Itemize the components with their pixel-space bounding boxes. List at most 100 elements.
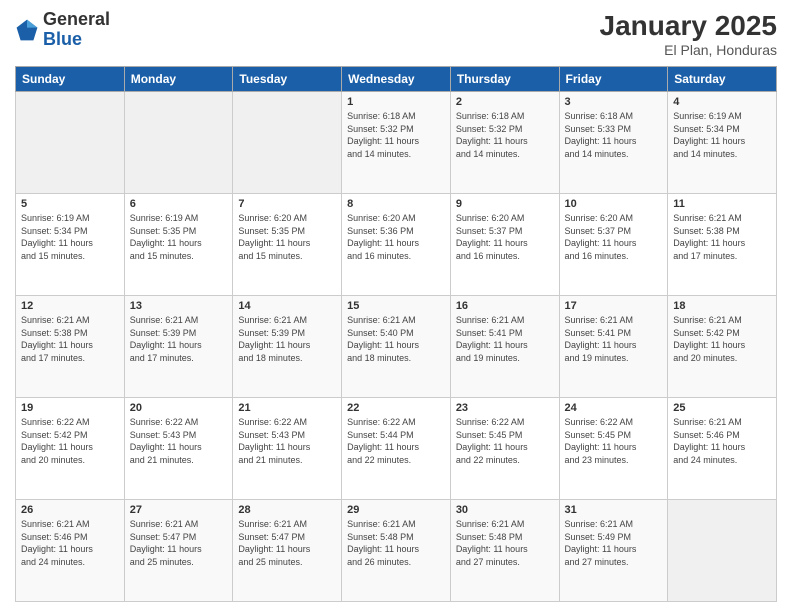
day-info: Sunrise: 6:21 AM Sunset: 5:47 PM Dayligh… bbox=[238, 518, 336, 568]
day-info: Sunrise: 6:21 AM Sunset: 5:47 PM Dayligh… bbox=[130, 518, 228, 568]
calendar-header-row: SundayMondayTuesdayWednesdayThursdayFrid… bbox=[16, 67, 777, 92]
calendar-cell: 2 Sunrise: 6:18 AM Sunset: 5:32 PM Daylig… bbox=[450, 92, 559, 194]
day-header-thursday: Thursday bbox=[450, 67, 559, 92]
calendar-cell: 27 Sunrise: 6:21 AM Sunset: 5:47 PM Dayli… bbox=[124, 500, 233, 602]
calendar-cell: 10 Sunrise: 6:20 AM Sunset: 5:37 PM Dayli… bbox=[559, 194, 668, 296]
calendar-week-row: 12 Sunrise: 6:21 AM Sunset: 5:38 PM Dayli… bbox=[16, 296, 777, 398]
calendar-cell: 8Sunrise: 6:20 AM Sunset: 5:36 PM Daylig… bbox=[342, 194, 451, 296]
title-block: January 2025 El Plan, Honduras bbox=[600, 10, 777, 58]
day-info: Sunrise: 6:20 AM Sunset: 5:35 PM Dayligh… bbox=[238, 212, 336, 262]
calendar-cell bbox=[124, 92, 233, 194]
calendar-cell: 26 Sunrise: 6:21 AM Sunset: 5:46 PM Dayli… bbox=[16, 500, 125, 602]
calendar-cell: 13Sunrise: 6:21 AM Sunset: 5:39 PM Dayli… bbox=[124, 296, 233, 398]
page: General Blue January 2025 El Plan, Hondu… bbox=[0, 0, 792, 612]
day-header-tuesday: Tuesday bbox=[233, 67, 342, 92]
day-header-saturday: Saturday bbox=[668, 67, 777, 92]
calendar-cell: 19 Sunrise: 6:22 AM Sunset: 5:42 PM Dayli… bbox=[16, 398, 125, 500]
day-number: 29 bbox=[347, 504, 445, 516]
calendar-cell: 16Sunrise: 6:21 AM Sunset: 5:41 PM Dayli… bbox=[450, 296, 559, 398]
day-number: 12 bbox=[21, 300, 119, 312]
day-number: 25 bbox=[673, 402, 771, 414]
logo: General Blue bbox=[15, 10, 110, 50]
day-number: 4 bbox=[673, 96, 771, 108]
calendar-cell: 15 Sunrise: 6:21 AM Sunset: 5:40 PM Dayli… bbox=[342, 296, 451, 398]
day-info: Sunrise: 6:19 AM Sunset: 5:34 PM Dayligh… bbox=[21, 212, 119, 262]
day-number: 1 bbox=[347, 96, 445, 108]
day-info: Sunrise: 6:21 AM Sunset: 5:39 PM Dayligh… bbox=[130, 314, 228, 364]
day-number: 18 bbox=[673, 300, 771, 312]
day-number: 11 bbox=[673, 198, 771, 210]
calendar-week-row: 26 Sunrise: 6:21 AM Sunset: 5:46 PM Dayli… bbox=[16, 500, 777, 602]
calendar-cell: 14 Sunrise: 6:21 AM Sunset: 5:39 PM Dayli… bbox=[233, 296, 342, 398]
logo-icon bbox=[15, 18, 39, 42]
day-info: Sunrise: 6:21 AM Sunset: 5:48 PM Dayligh… bbox=[456, 518, 554, 568]
calendar-cell: 17Sunrise: 6:21 AM Sunset: 5:41 PM Dayli… bbox=[559, 296, 668, 398]
day-header-friday: Friday bbox=[559, 67, 668, 92]
day-info: Sunrise: 6:21 AM Sunset: 5:42 PM Dayligh… bbox=[673, 314, 771, 364]
day-number: 27 bbox=[130, 504, 228, 516]
calendar-cell: 11 Sunrise: 6:21 AM Sunset: 5:38 PM Dayli… bbox=[668, 194, 777, 296]
day-number: 22 bbox=[347, 402, 445, 414]
calendar-cell: 12 Sunrise: 6:21 AM Sunset: 5:38 PM Dayli… bbox=[16, 296, 125, 398]
day-number: 3 bbox=[565, 96, 663, 108]
day-info: Sunrise: 6:19 AM Sunset: 5:35 PM Dayligh… bbox=[130, 212, 228, 262]
calendar-cell: 30 Sunrise: 6:21 AM Sunset: 5:48 PM Dayli… bbox=[450, 500, 559, 602]
calendar-table: SundayMondayTuesdayWednesdayThursdayFrid… bbox=[15, 66, 777, 602]
day-info: Sunrise: 6:18 AM Sunset: 5:32 PM Dayligh… bbox=[347, 110, 445, 160]
month-title: January 2025 bbox=[600, 10, 777, 42]
calendar-cell: 23 Sunrise: 6:22 AM Sunset: 5:45 PM Dayli… bbox=[450, 398, 559, 500]
calendar-cell: 28 Sunrise: 6:21 AM Sunset: 5:47 PM Dayli… bbox=[233, 500, 342, 602]
calendar-cell: 3Sunrise: 6:18 AM Sunset: 5:33 PM Daylig… bbox=[559, 92, 668, 194]
day-number: 9 bbox=[456, 198, 554, 210]
calendar-week-row: 5 Sunrise: 6:19 AM Sunset: 5:34 PM Daylig… bbox=[16, 194, 777, 296]
day-number: 24 bbox=[565, 402, 663, 414]
calendar-week-row: 1 Sunrise: 6:18 AM Sunset: 5:32 PM Daylig… bbox=[16, 92, 777, 194]
calendar-cell: 4Sunrise: 6:19 AM Sunset: 5:34 PM Daylig… bbox=[668, 92, 777, 194]
day-info: Sunrise: 6:20 AM Sunset: 5:37 PM Dayligh… bbox=[456, 212, 554, 262]
day-info: Sunrise: 6:22 AM Sunset: 5:45 PM Dayligh… bbox=[456, 416, 554, 466]
calendar-cell: 24Sunrise: 6:22 AM Sunset: 5:45 PM Dayli… bbox=[559, 398, 668, 500]
calendar-cell: 7Sunrise: 6:20 AM Sunset: 5:35 PM Daylig… bbox=[233, 194, 342, 296]
day-number: 14 bbox=[238, 300, 336, 312]
calendar-cell: 25 Sunrise: 6:21 AM Sunset: 5:46 PM Dayli… bbox=[668, 398, 777, 500]
day-info: Sunrise: 6:21 AM Sunset: 5:40 PM Dayligh… bbox=[347, 314, 445, 364]
day-info: Sunrise: 6:21 AM Sunset: 5:41 PM Dayligh… bbox=[565, 314, 663, 364]
calendar-cell bbox=[233, 92, 342, 194]
day-number: 26 bbox=[21, 504, 119, 516]
day-number: 2 bbox=[456, 96, 554, 108]
day-info: Sunrise: 6:21 AM Sunset: 5:46 PM Dayligh… bbox=[673, 416, 771, 466]
logo-blue-text: Blue bbox=[43, 29, 82, 49]
day-number: 19 bbox=[21, 402, 119, 414]
day-header-wednesday: Wednesday bbox=[342, 67, 451, 92]
day-info: Sunrise: 6:21 AM Sunset: 5:46 PM Dayligh… bbox=[21, 518, 119, 568]
day-number: 10 bbox=[565, 198, 663, 210]
calendar-cell: 20Sunrise: 6:22 AM Sunset: 5:43 PM Dayli… bbox=[124, 398, 233, 500]
day-number: 23 bbox=[456, 402, 554, 414]
calendar-cell: 29 Sunrise: 6:21 AM Sunset: 5:48 PM Dayli… bbox=[342, 500, 451, 602]
day-info: Sunrise: 6:20 AM Sunset: 5:37 PM Dayligh… bbox=[565, 212, 663, 262]
day-info: Sunrise: 6:21 AM Sunset: 5:41 PM Dayligh… bbox=[456, 314, 554, 364]
day-header-monday: Monday bbox=[124, 67, 233, 92]
day-number: 5 bbox=[21, 198, 119, 210]
day-info: Sunrise: 6:21 AM Sunset: 5:38 PM Dayligh… bbox=[673, 212, 771, 262]
calendar-cell: 5 Sunrise: 6:19 AM Sunset: 5:34 PM Daylig… bbox=[16, 194, 125, 296]
calendar-week-row: 19 Sunrise: 6:22 AM Sunset: 5:42 PM Dayli… bbox=[16, 398, 777, 500]
logo-general-text: General bbox=[43, 9, 110, 29]
day-number: 15 bbox=[347, 300, 445, 312]
calendar-cell: 6Sunrise: 6:19 AM Sunset: 5:35 PM Daylig… bbox=[124, 194, 233, 296]
calendar-cell bbox=[668, 500, 777, 602]
day-info: Sunrise: 6:21 AM Sunset: 5:39 PM Dayligh… bbox=[238, 314, 336, 364]
calendar-cell: 21Sunrise: 6:22 AM Sunset: 5:43 PM Dayli… bbox=[233, 398, 342, 500]
calendar-cell: 18 Sunrise: 6:21 AM Sunset: 5:42 PM Dayli… bbox=[668, 296, 777, 398]
header: General Blue January 2025 El Plan, Hondu… bbox=[15, 10, 777, 58]
day-number: 21 bbox=[238, 402, 336, 414]
day-info: Sunrise: 6:21 AM Sunset: 5:38 PM Dayligh… bbox=[21, 314, 119, 364]
day-info: Sunrise: 6:21 AM Sunset: 5:48 PM Dayligh… bbox=[347, 518, 445, 568]
day-info: Sunrise: 6:18 AM Sunset: 5:32 PM Dayligh… bbox=[456, 110, 554, 160]
day-number: 28 bbox=[238, 504, 336, 516]
day-number: 8 bbox=[347, 198, 445, 210]
day-number: 30 bbox=[456, 504, 554, 516]
location: El Plan, Honduras bbox=[600, 42, 777, 58]
day-info: Sunrise: 6:22 AM Sunset: 5:42 PM Dayligh… bbox=[21, 416, 119, 466]
day-number: 31 bbox=[565, 504, 663, 516]
